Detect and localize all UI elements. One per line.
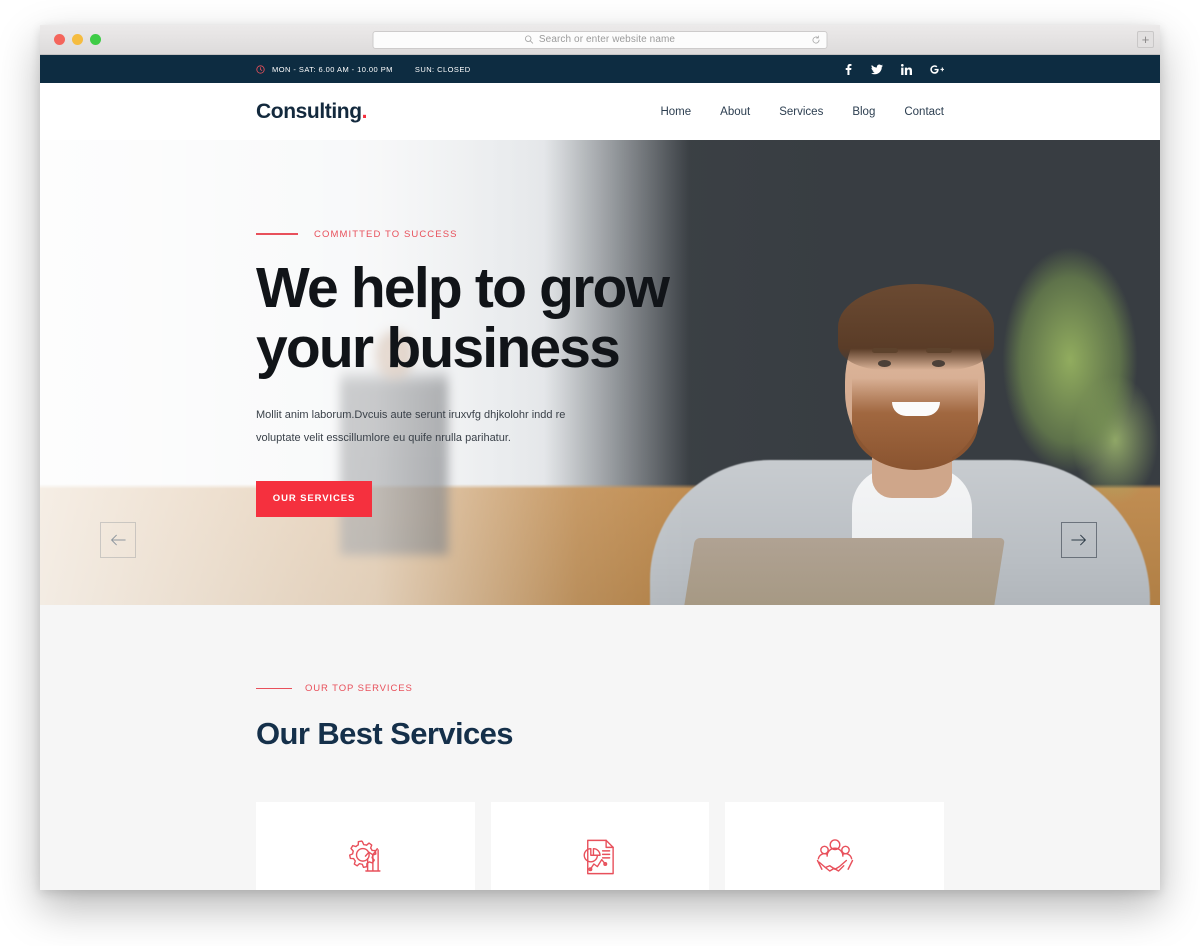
browser-chrome: Search or enter website name +: [40, 25, 1160, 55]
arrow-right-icon: [1071, 534, 1087, 546]
handshake-icon: [814, 836, 856, 878]
googleplus-link[interactable]: [930, 64, 944, 75]
site-header: Consulting. Home About Services Blog Con…: [40, 83, 1160, 140]
logo-text: Consulting: [256, 99, 362, 123]
document-piechart-icon: [579, 836, 621, 878]
slider-prev-button[interactable]: [100, 522, 136, 558]
weekday-hours-text: MON - SAT: 6.00 AM - 10.00 PM: [272, 64, 393, 74]
twitter-icon: [871, 64, 883, 75]
traffic-lights: [48, 34, 101, 45]
browser-window: Search or enter website name + MON - SAT…: [40, 25, 1160, 890]
nav-item-about[interactable]: About: [720, 106, 750, 118]
sunday-hours-text: SUN: CLOSED: [414, 64, 471, 74]
nav-item-contact[interactable]: Contact: [904, 106, 944, 118]
services-section: OUR TOP SERVICES Our Best Services: [40, 605, 1160, 890]
close-window-button[interactable]: [54, 34, 65, 45]
hero-eyebrow-line: [256, 233, 298, 235]
page-viewport: MON - SAT: 6.00 AM - 10.00 PM SUN: CLOSE…: [40, 55, 1160, 890]
business-hours: MON - SAT: 6.00 AM - 10.00 PM SUN: CLOSE…: [256, 65, 471, 74]
gear-chart-icon: [344, 836, 386, 878]
service-card[interactable]: [725, 802, 945, 890]
hero-slider: COMMITTED TO SUCCESS We help to grow you…: [40, 140, 1160, 605]
address-bar-inner: Search or enter website name: [525, 34, 675, 45]
weekday-hours: MON - SAT: 6.00 AM - 10.00 PM: [256, 65, 393, 74]
linkedin-link[interactable]: [901, 63, 912, 75]
logo-dot: .: [361, 99, 368, 123]
hero-paragraph: Mollit anim laborum.Dvcuis aute serunt i…: [256, 409, 566, 445]
services-eyebrow: OUR TOP SERVICES: [256, 683, 944, 694]
top-info-bar-inner: MON - SAT: 6.00 AM - 10.00 PM SUN: CLOSE…: [40, 63, 1160, 75]
top-info-bar: MON - SAT: 6.00 AM - 10.00 PM SUN: CLOSE…: [40, 55, 1160, 83]
address-bar[interactable]: Search or enter website name: [372, 30, 828, 49]
arrow-left-icon: [110, 534, 126, 546]
nav-item-home[interactable]: Home: [660, 106, 691, 118]
addressbar-wrapper: Search or enter website name: [372, 30, 828, 49]
hero-content: COMMITTED TO SUCCESS We help to grow you…: [256, 140, 670, 605]
service-card[interactable]: [490, 802, 710, 890]
service-card[interactable]: [256, 802, 475, 890]
nav-item-services[interactable]: Services: [779, 106, 823, 118]
nav-item-blog[interactable]: Blog: [852, 106, 875, 118]
hero-title-line1: We help to grow: [256, 255, 670, 320]
services-inner: OUR TOP SERVICES Our Best Services: [40, 683, 1160, 890]
service-cards: [256, 802, 945, 890]
site-header-inner: Consulting. Home About Services Blog Con…: [40, 100, 1160, 124]
social-links: [844, 63, 944, 75]
maximize-window-button[interactable]: [90, 34, 101, 45]
new-tab-button[interactable]: +: [1137, 31, 1154, 48]
reload-icon[interactable]: [812, 35, 821, 44]
hero-title-line2: your business: [256, 315, 621, 380]
linkedin-icon: [901, 63, 912, 75]
hero-eyebrow: COMMITTED TO SUCCESS: [256, 229, 668, 240]
services-title: Our Best Services: [256, 716, 513, 751]
google-plus-icon: [930, 64, 944, 75]
services-eyebrow-text: OUR TOP SERVICES: [305, 683, 413, 694]
hero-title: We help to grow your business: [256, 255, 670, 380]
address-bar-placeholder: Search or enter website name: [538, 34, 676, 45]
slider-next-button[interactable]: [1061, 522, 1097, 558]
hero-eyebrow-text: COMMITTED TO SUCCESS: [314, 228, 458, 240]
facebook-link[interactable]: [844, 63, 853, 75]
twitter-link[interactable]: [871, 64, 883, 75]
our-services-button[interactable]: OUR SERVICES: [256, 480, 372, 517]
search-icon: [525, 35, 534, 44]
minimize-window-button[interactable]: [72, 34, 83, 45]
clock-icon: [256, 64, 265, 74]
facebook-icon: [844, 63, 853, 75]
site-logo[interactable]: Consulting.: [256, 99, 368, 124]
services-eyebrow-line: [256, 687, 292, 690]
main-navigation: Home About Services Blog Contact: [660, 106, 944, 118]
